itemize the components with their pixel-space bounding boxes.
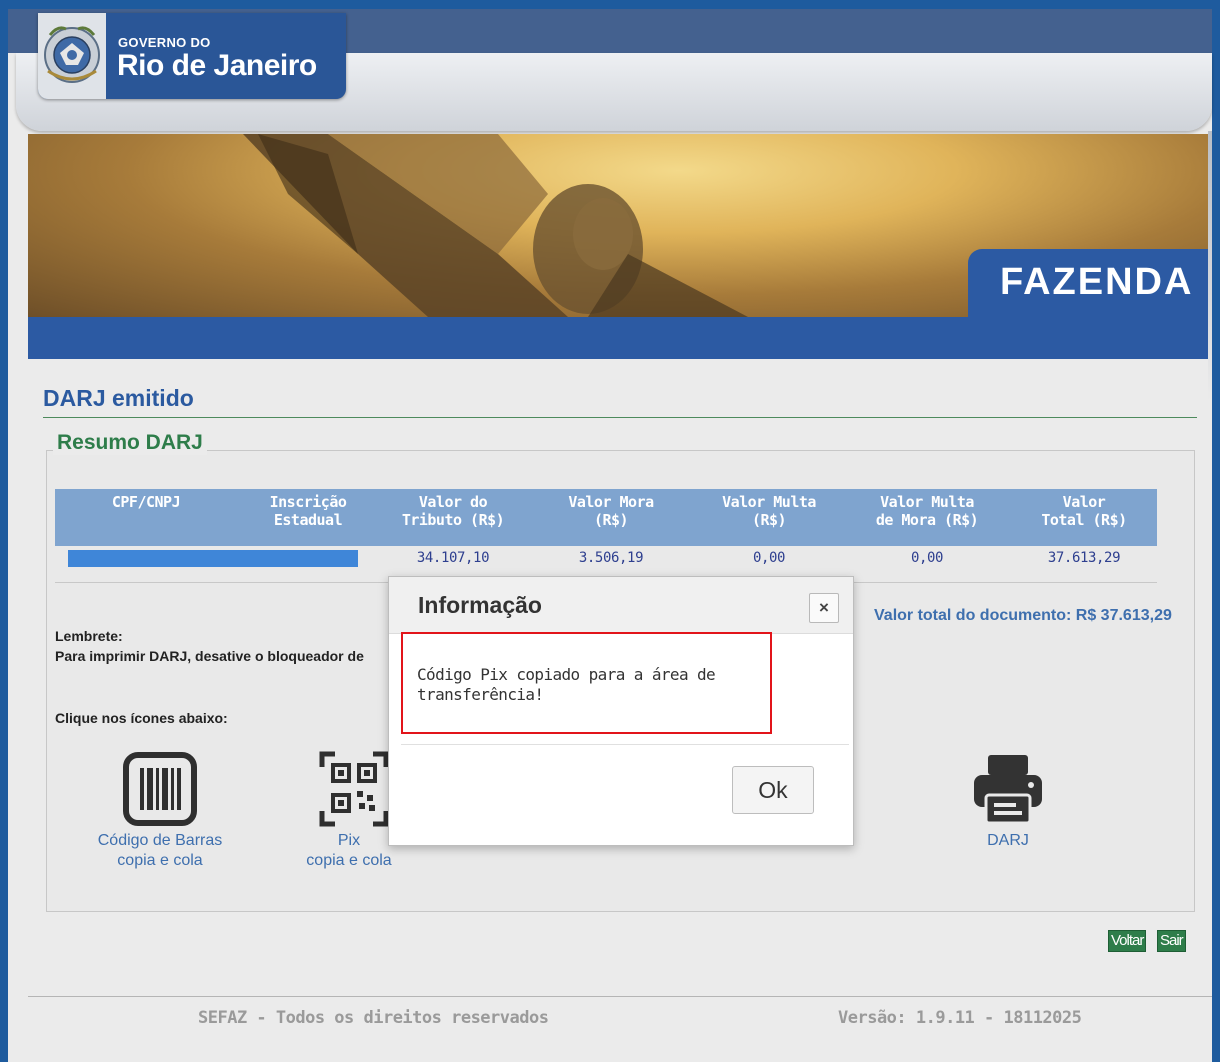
logo-title: Rio de Janeiro bbox=[117, 49, 317, 82]
resumo-table: CPF/CNPJ Inscrição Estadual Valor do Tribu… bbox=[55, 489, 1157, 570]
sair-button[interactable]: Sair bbox=[1157, 930, 1186, 952]
barcode-label-line2: copia e cola bbox=[117, 852, 203, 869]
page-title: DARJ emitido bbox=[43, 385, 194, 411]
clique-instruction: Clique nos ícones abaixo: bbox=[55, 710, 228, 726]
logo-subtitle: GOVERNO DO bbox=[118, 35, 211, 50]
barcode-copy-button[interactable]: Código de Barras copia e cola bbox=[80, 751, 240, 871]
footer-copyright: SEFAZ - Todos os direitos reservados bbox=[198, 1008, 549, 1028]
cell-mora: 3.506,19 bbox=[578, 550, 644, 566]
table-row: 34.107,10 3.506,19 0,00 0,00 37.613,29 bbox=[55, 546, 1157, 570]
column-header-multa-mora: Valor Multa de Mora (R$) bbox=[843, 489, 1011, 546]
barcode-label-line1: Código de Barras bbox=[97, 832, 223, 849]
cell-total: 37.613,29 bbox=[1047, 550, 1121, 566]
darj-print-button[interactable]: DARJ bbox=[958, 751, 1058, 851]
title-divider bbox=[43, 417, 1197, 418]
dialog-message: Código Pix copiado para a área de transf… bbox=[417, 665, 716, 704]
page: GOVERNO DO Rio de Janeiro FAZENDA DARJ e… bbox=[8, 9, 1212, 1062]
column-header-tributo: Valor do Tributo (R$) bbox=[379, 489, 527, 546]
lembrete-title: Lembrete: bbox=[55, 628, 123, 644]
redaction-bar bbox=[68, 549, 358, 567]
redacted-identifier bbox=[55, 546, 379, 570]
barcode-icon bbox=[123, 752, 197, 826]
fazenda-tab: FAZENDA bbox=[968, 249, 1212, 317]
column-header-cpf: CPF/CNPJ bbox=[55, 489, 237, 546]
column-header-total: Valor Total (R$) bbox=[1011, 489, 1157, 546]
darj-label: DARJ bbox=[987, 832, 1029, 849]
dialog-header: Informação × bbox=[389, 577, 853, 634]
banner-bar bbox=[28, 317, 1212, 359]
cell-multa-mora: 0,00 bbox=[910, 550, 944, 566]
ok-button[interactable]: Ok bbox=[732, 766, 814, 814]
pix-label-line2: copia e cola bbox=[306, 852, 392, 869]
right-shadow bbox=[1208, 131, 1212, 401]
table-header-row: CPF/CNPJ Inscrição Estadual Valor do Tribu… bbox=[55, 489, 1157, 546]
fazenda-label: FAZENDA bbox=[1000, 261, 1194, 303]
government-logo[interactable]: GOVERNO DO Rio de Janeiro bbox=[38, 13, 346, 99]
dialog-divider bbox=[401, 744, 849, 745]
dialog-title: Informação bbox=[418, 592, 542, 618]
column-header-inscricao: Inscrição Estadual bbox=[237, 489, 379, 546]
column-header-mora: Valor Mora (R$) bbox=[527, 489, 695, 546]
resumo-legend: Resumo DARJ bbox=[53, 431, 207, 455]
info-dialog: Informação × Código Pix copiado para a á… bbox=[388, 576, 854, 846]
footer-divider bbox=[28, 996, 1212, 997]
printer-icon bbox=[974, 755, 1042, 825]
lembrete-text: Para imprimir DARJ, desative o bloqueado… bbox=[55, 648, 364, 664]
voltar-button[interactable]: Voltar bbox=[1108, 930, 1147, 952]
cell-multa: 0,00 bbox=[752, 550, 786, 566]
column-header-multa: Valor Multa (R$) bbox=[695, 489, 843, 546]
valor-total-text: Valor total do documento: R$ 37.613,29 bbox=[874, 607, 1172, 624]
state-seal-icon bbox=[38, 13, 106, 99]
footer-version: Versão: 1.9.11 - 18112025 bbox=[838, 1008, 1082, 1028]
close-icon[interactable]: × bbox=[809, 593, 839, 623]
qr-code-icon bbox=[319, 751, 389, 827]
cell-tributo: 34.107,10 bbox=[416, 550, 490, 566]
